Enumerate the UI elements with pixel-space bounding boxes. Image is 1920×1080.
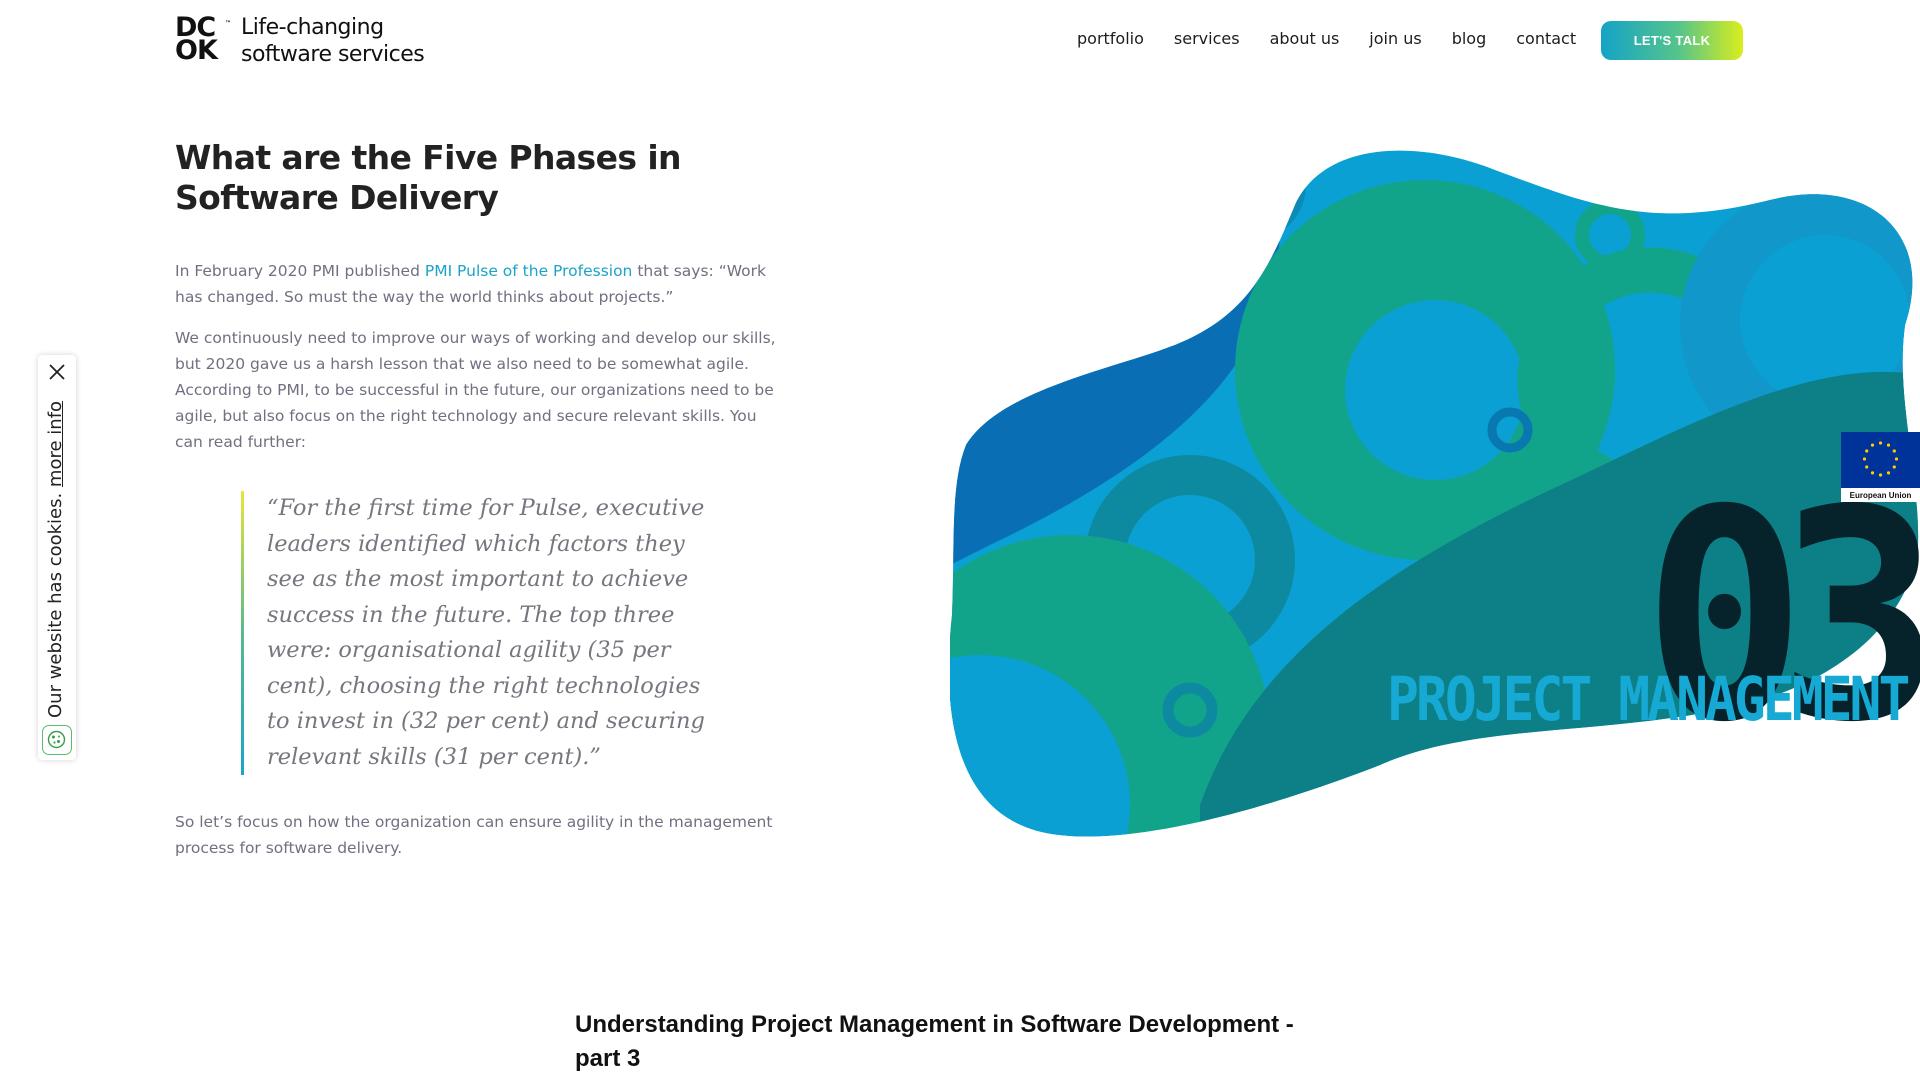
pmi-pulse-link[interactable]: PMI Pulse of the Profession xyxy=(425,262,633,280)
nav-contact[interactable]: contact xyxy=(1516,28,1576,50)
nav-blog[interactable]: blog xyxy=(1452,28,1487,50)
trademark: ™ xyxy=(225,20,231,27)
logo-tagline: Life-changing software services xyxy=(241,14,425,68)
site-header: DC OK ™ Life-changing software services … xyxy=(0,0,1920,80)
logo-link[interactable]: DC OK ™ Life-changing software services xyxy=(175,14,425,68)
article-title: What are the Five Phases in Software Del… xyxy=(175,138,682,217)
blob-graphic: 03 xyxy=(948,150,1920,837)
cookie-more-info-link[interactable]: more info xyxy=(45,401,66,487)
hero-illustration: 03 PROJECT MANAGEMENT xyxy=(948,145,1920,845)
quote-text: “For the first time for Pulse, executive… xyxy=(267,495,705,770)
nav-portfolio[interactable]: portfolio xyxy=(1077,28,1144,50)
article-body: What are the Five Phases in Software Del… xyxy=(175,138,785,861)
logo-mark-line2: OK xyxy=(175,35,218,66)
article-paragraph-2: We continuously need to improve our ways… xyxy=(175,329,776,451)
eu-stars xyxy=(1862,441,1899,477)
next-section-title: Understanding Project Management in Soft… xyxy=(575,1011,1294,1072)
close-icon xyxy=(49,364,65,380)
article-quote: “For the first time for Pulse, executive… xyxy=(241,491,711,775)
main-nav: portfolio services about us join us blog… xyxy=(1077,28,1606,50)
illustration-label: PROJECT MANAGEMENT xyxy=(1387,665,1910,736)
quote-accent-bar xyxy=(241,491,244,775)
article-paragraph-1: In February 2020 PMI published PMI Pulse… xyxy=(175,258,785,310)
logo-tagline-line2: software services xyxy=(241,42,425,67)
cookie-settings-button[interactable] xyxy=(42,725,72,755)
logo-mark: DC OK ™ xyxy=(175,14,231,66)
lets-talk-button[interactable]: LET'S TALK xyxy=(1601,21,1743,60)
eu-flag-icon xyxy=(1841,432,1920,488)
eu-label: European Union xyxy=(1849,491,1912,500)
p1-text-before: In February 2020 PMI published xyxy=(175,262,425,280)
nav-join-us[interactable]: join us xyxy=(1369,28,1421,50)
nav-about-us[interactable]: about us xyxy=(1270,28,1340,50)
cookie-message: Our website has cookies. xyxy=(45,487,66,718)
cookie-icon xyxy=(47,730,66,749)
eu-badge[interactable]: European Union xyxy=(1841,432,1920,502)
cookie-text: Our website has cookies. more info xyxy=(45,401,67,718)
article-paragraph-3: So let’s focus on how the organization c… xyxy=(175,813,773,857)
nav-services[interactable]: services xyxy=(1174,28,1240,50)
cookie-close-button[interactable] xyxy=(46,361,68,383)
logo-tagline-line1: Life-changing xyxy=(241,15,384,40)
cookie-bar: Our website has cookies. more info xyxy=(38,355,76,760)
